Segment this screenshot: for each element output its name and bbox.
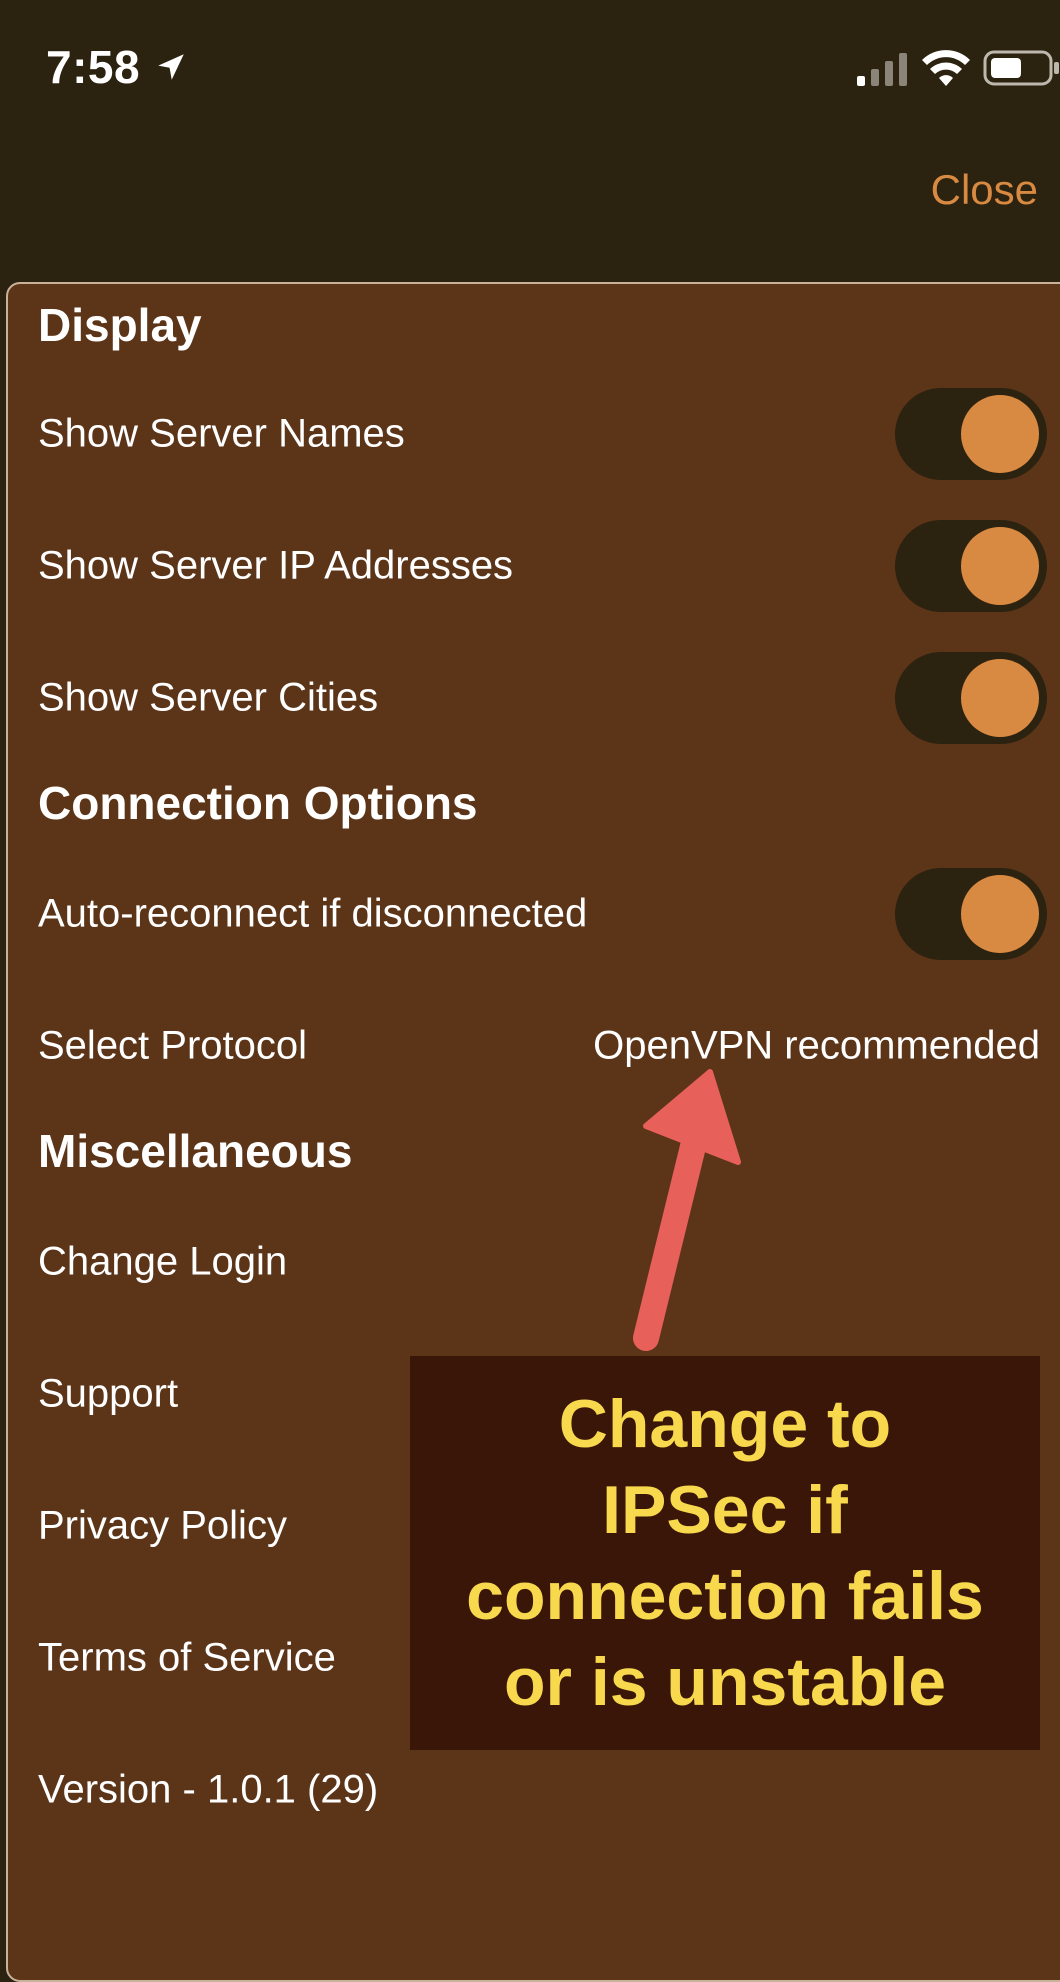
close-button[interactable]: Close [931, 166, 1038, 214]
location-arrow-icon [158, 54, 184, 80]
section-header-display: Display [38, 299, 202, 351]
setting-label: Auto-reconnect if disconnected [38, 891, 588, 936]
setting-label: Show Server Names [38, 411, 405, 456]
change-login-row[interactable]: Change Login [8, 1212, 1060, 1312]
setting-label: Show Server IP Addresses [38, 543, 514, 588]
version-label: Version - 1.0.1 (29) [38, 1767, 379, 1812]
setting-row-show-server-cities: Show Server Cities [8, 648, 1060, 748]
show-server-cities-toggle[interactable] [895, 652, 1047, 744]
protocol-value: OpenVPN recommended [593, 1023, 1040, 1068]
toggle-knob [961, 659, 1039, 737]
setting-row-show-server-names: Show Server Names [8, 384, 1060, 484]
setting-label: Privacy Policy [38, 1503, 287, 1548]
wifi-icon [922, 50, 970, 86]
setting-label: Support [38, 1371, 179, 1416]
callout-line: connection fails [466, 1558, 984, 1634]
status-bar: 7:58 [0, 0, 1060, 140]
auto-reconnect-toggle[interactable] [895, 868, 1047, 960]
toggle-knob [961, 527, 1039, 605]
show-server-names-toggle[interactable] [895, 388, 1047, 480]
annotation-callout: Change to IPSec if connection fails or i… [410, 1356, 1040, 1750]
select-protocol-row[interactable]: Select Protocol OpenVPN recommended [8, 996, 1060, 1096]
section-header-connection: Connection Options [38, 777, 478, 829]
show-server-ip-toggle[interactable] [895, 520, 1047, 612]
toggle-knob [961, 395, 1039, 473]
callout-line: Change to [558, 1386, 892, 1462]
setting-row-show-server-ip: Show Server IP Addresses [8, 516, 1060, 616]
section-header-misc: Miscellaneous [38, 1125, 353, 1177]
setting-label: Change Login [38, 1239, 288, 1284]
toggle-knob [961, 875, 1039, 953]
cellular-signal-icon [857, 53, 907, 86]
version-row: Version - 1.0.1 (29) [8, 1740, 1060, 1840]
setting-row-auto-reconnect: Auto-reconnect if disconnected [8, 864, 1060, 964]
setting-label: Show Server Cities [38, 675, 379, 720]
callout-line: or is unstable [503, 1644, 947, 1720]
battery-icon [983, 50, 1059, 86]
status-time: 7:58 [46, 41, 141, 93]
setting-label: Terms of Service [38, 1635, 336, 1680]
setting-label: Select Protocol [38, 1023, 308, 1068]
callout-line: IPSec if [602, 1472, 848, 1548]
